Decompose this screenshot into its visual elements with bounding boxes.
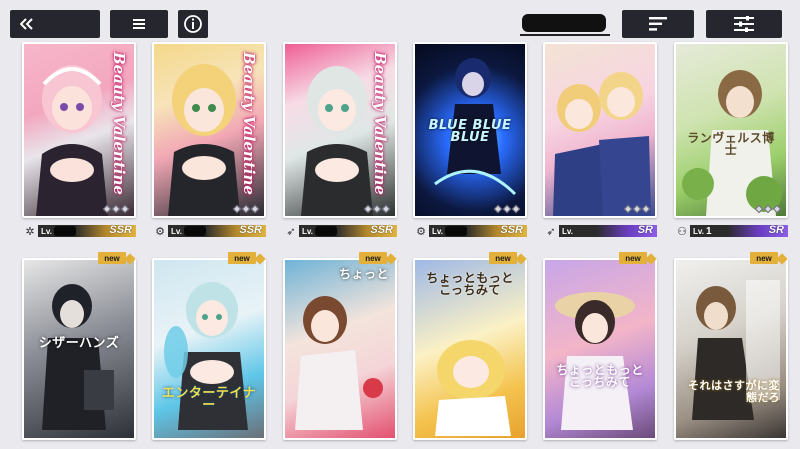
card-title-vertical: Beauty Valentine bbox=[240, 52, 258, 195]
card-title: シザーハンズ bbox=[38, 336, 120, 351]
card-art: エンターテイナー bbox=[152, 258, 266, 440]
character-illustration bbox=[555, 292, 635, 430]
rarity-pips bbox=[363, 204, 391, 214]
card-art bbox=[543, 42, 657, 218]
card-title: ちょっともっとこっちみて bbox=[556, 363, 644, 389]
level-label: Lv. bbox=[171, 226, 182, 236]
rarity-pips bbox=[493, 204, 521, 214]
level-rank-strip: Lv. SSR bbox=[168, 224, 266, 237]
rank-label: SR bbox=[637, 224, 653, 236]
rarity-pips bbox=[102, 204, 130, 214]
star-icon: ✲ bbox=[25, 225, 35, 238]
card-art: シザーハンズ bbox=[22, 258, 136, 440]
rank-label: SSR bbox=[109, 224, 132, 236]
level-rank-strip: Lv. SSR bbox=[299, 224, 397, 237]
rarity-pips bbox=[232, 204, 260, 214]
card-art: ランヴェルス博士 bbox=[674, 42, 788, 218]
character-illustration bbox=[553, 72, 651, 216]
rarity-pips bbox=[754, 204, 782, 214]
character-illustration bbox=[682, 70, 782, 216]
rank-label: SSR bbox=[239, 224, 262, 236]
card-art: Beauty Valentine bbox=[152, 42, 266, 218]
new-badge: new bbox=[619, 252, 647, 264]
rarity-bar: ➶ Lv. SR bbox=[543, 224, 657, 238]
level-label: Lv. bbox=[302, 226, 313, 236]
card-art: ちょっともっとこっちみて bbox=[543, 258, 657, 440]
gear-icon: ⚙ bbox=[416, 225, 426, 238]
rarity-pips bbox=[623, 204, 651, 214]
card-title-vertical: Beauty Valentine bbox=[110, 52, 128, 195]
card-title: エンターテイナー bbox=[161, 386, 257, 413]
new-badge: new bbox=[750, 252, 778, 264]
card-title: BLUE BLUE BLUE bbox=[428, 118, 512, 145]
feather-icon: ➶ bbox=[286, 225, 296, 238]
card-title: ちょっともっとこっちみて bbox=[426, 271, 514, 297]
rank-label: SR bbox=[768, 224, 784, 236]
level-label: Lv. bbox=[562, 226, 573, 236]
redacted-level bbox=[314, 226, 337, 236]
mask-icon: ⚇ bbox=[677, 225, 687, 238]
level-rank-strip: Lv. SSR bbox=[38, 224, 136, 237]
level-rank-strip: Lv. SSR bbox=[429, 224, 527, 237]
level-label: Lv. bbox=[432, 226, 443, 236]
level-label: Lv. bbox=[693, 226, 704, 236]
redacted-level bbox=[183, 226, 206, 236]
feather-icon: ➶ bbox=[546, 225, 556, 238]
card-grid: Beauty Valentine ✲ Lv. SSR Beauty Valent… bbox=[0, 0, 800, 449]
character-illustration bbox=[295, 296, 383, 430]
card-title-vertical: Beauty Valentine bbox=[371, 52, 389, 195]
card-art: BLUE BLUE BLUE bbox=[413, 42, 527, 218]
level-label: Lv. bbox=[41, 226, 52, 236]
rarity-bar: ⚇ Lv. 1 SR bbox=[674, 224, 788, 238]
card-art: ちょっともっとこっちみて bbox=[413, 258, 527, 440]
redacted-level bbox=[444, 226, 467, 236]
rank-label: SSR bbox=[500, 224, 523, 236]
new-badge: new bbox=[228, 252, 256, 264]
rarity-bar: ⚙ Lv. SSR bbox=[413, 224, 527, 238]
level-rank-strip: Lv. SR bbox=[559, 224, 657, 237]
card-title: それはさすがに変態だろ bbox=[688, 379, 780, 404]
card-art: Beauty Valentine bbox=[22, 42, 136, 218]
character-illustration bbox=[692, 280, 780, 420]
card-art: Beauty Valentine bbox=[283, 42, 397, 218]
card-title: ちょっと bbox=[338, 267, 389, 281]
rarity-bar: ⚙ Lv. SSR bbox=[152, 224, 266, 238]
card-art: ちょっと bbox=[283, 258, 397, 440]
card-art: それはさすがに変態だろ bbox=[674, 258, 788, 440]
new-badge: new bbox=[489, 252, 517, 264]
card-title: ランヴェルス博士 bbox=[687, 131, 775, 157]
redacted-level bbox=[53, 226, 76, 236]
level-number: 1 bbox=[705, 225, 712, 237]
rarity-bar: ➶ Lv. SSR bbox=[283, 224, 397, 238]
level-rank-strip: Lv. 1 SR bbox=[690, 224, 788, 237]
new-badge: new bbox=[98, 252, 126, 264]
rank-label: SSR bbox=[370, 224, 393, 236]
rarity-bar: ✲ Lv. SSR bbox=[22, 224, 136, 238]
new-badge: new bbox=[359, 252, 387, 264]
gear-icon: ⚙ bbox=[155, 225, 165, 238]
